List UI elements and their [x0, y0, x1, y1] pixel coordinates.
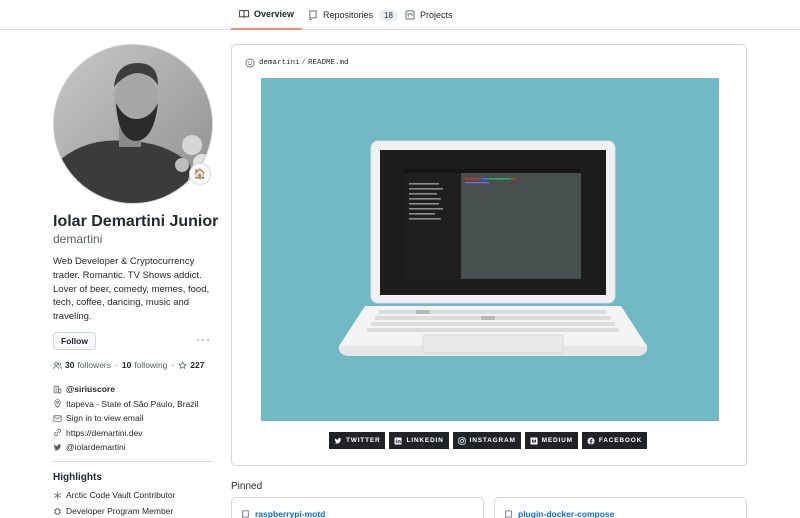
pinned-repo-card: plugin-docker-compose [494, 497, 747, 518]
follow-stats: 30 followers · 10 following · 227 [53, 360, 207, 370]
linkedin-badge[interactable]: LINKEDIN [389, 432, 449, 449]
facebook-icon [587, 437, 595, 444]
twitter-text: @iolardemartini [66, 442, 126, 453]
pinned-heading: Pinned [231, 481, 263, 492]
pinned-repo-link[interactable]: plugin-docker-compose [504, 509, 614, 518]
star-icon [178, 360, 187, 369]
laptop-illustration [338, 140, 648, 356]
twitter-icon [334, 437, 342, 444]
profile-login: demartini [53, 232, 103, 246]
profile-details: @siriuscore Itapeva - State of São Paulo… [53, 382, 198, 455]
readme-banner-image [261, 78, 719, 421]
location-item: Itapeva - State of São Paulo, Brazil [53, 397, 198, 412]
avatar[interactable] [53, 44, 213, 204]
link-icon [54, 429, 61, 437]
twitter-item[interactable]: @iolardemartini [53, 440, 198, 455]
tab-label: Overview [254, 9, 295, 19]
avatar-image [54, 45, 212, 203]
highlights-heading: Highlights [53, 472, 102, 483]
linkedin-icon [394, 437, 402, 444]
highlight-text: Arctic Code Vault Contributor [66, 490, 176, 500]
instagram-badge[interactable]: INSTAGRAM [452, 432, 521, 449]
badge-label: FACEBOOK [598, 437, 643, 444]
smiley-icon [245, 58, 255, 68]
people-icon [53, 361, 62, 369]
snowflake-icon [53, 491, 62, 499]
facebook-badge[interactable]: FACEBOOK [581, 432, 648, 449]
email-text: Sign in to view email [66, 413, 144, 424]
badge-label: TWITTER [346, 437, 381, 444]
readme-owner[interactable]: demartini [259, 59, 300, 67]
highlight-item: Developer Program Member [53, 506, 173, 516]
readme-path: demartini / README.md [245, 58, 349, 68]
dot-separator: · [115, 360, 118, 370]
dot-separator: · [171, 360, 175, 370]
status-badge[interactable]: 🏠 [189, 163, 211, 185]
repo-icon [242, 509, 249, 518]
follow-button[interactable]: Follow [53, 332, 96, 350]
pinned-repo-name: raspberrypi-motd [255, 509, 326, 518]
following-label: following [134, 360, 168, 370]
tab-label: Repositories [323, 10, 374, 20]
cpu-icon [53, 507, 62, 515]
readme-card: demartini / README.md TWITTER LINKEDIN I… [231, 44, 747, 466]
path-separator: / [301, 59, 307, 67]
badge-label: INSTAGRAM [469, 437, 516, 444]
mail-icon [53, 415, 62, 422]
more-options-button[interactable]: ··· [196, 332, 211, 346]
twitter-badge[interactable]: TWITTER [329, 432, 386, 449]
badge-label: MEDIUM [541, 437, 573, 444]
following-link[interactable]: 10 following [122, 360, 168, 370]
repo-icon [505, 509, 512, 518]
stars-count: 227 [190, 360, 205, 370]
organization-icon [53, 385, 62, 393]
website-text: https://demartini.dev [66, 427, 143, 438]
organization-text: @siriuscore [66, 384, 115, 395]
readme-file[interactable]: README.md [308, 59, 349, 67]
tab-overview[interactable]: Overview [231, 0, 303, 30]
tab-repositories[interactable]: Repositories 18 [308, 0, 398, 30]
following-count: 10 [121, 360, 132, 370]
badge-label: LINKEDIN [406, 437, 444, 444]
email-item[interactable]: Sign in to view email [53, 411, 198, 426]
location-icon [54, 399, 61, 409]
website-item[interactable]: https://demartini.dev [53, 426, 198, 441]
repo-icon [309, 10, 317, 20]
pinned-repo-card: raspberrypi-motd [231, 497, 484, 518]
location-text: Itapeva - State of São Paulo, Brazil [66, 398, 199, 409]
followers-link[interactable]: 30 followers [65, 360, 111, 370]
book-icon [239, 10, 249, 18]
profile-name: Iolar Demartini Junior [53, 213, 219, 230]
pinned-repo-link[interactable]: raspberrypi-motd [241, 509, 325, 518]
tab-label: Projects [420, 10, 453, 20]
profile-tabs: Overview Repositories 18 Projects [0, 0, 800, 30]
highlight-item: Arctic Code Vault Contributor [53, 490, 175, 500]
medium-icon [530, 437, 538, 444]
tab-projects[interactable]: Projects [405, 0, 453, 30]
project-icon [405, 10, 415, 20]
highlight-text: Developer Program Member [66, 506, 174, 516]
pinned-repo-name: plugin-docker-compose [518, 509, 615, 518]
medium-badge[interactable]: MEDIUM [524, 432, 578, 449]
status-emoji: 🏠 [193, 168, 207, 180]
followers-label: followers [77, 360, 112, 370]
divider [53, 461, 213, 462]
stars-link[interactable]: 227 [178, 360, 207, 370]
organization-item[interactable]: @siriuscore [53, 382, 198, 397]
repo-count-badge: 18 [379, 9, 398, 21]
instagram-icon [457, 436, 466, 445]
twitter-icon [53, 443, 62, 451]
profile-bio: Web Developer & Cryptocurrency trader. R… [53, 256, 210, 323]
followers-count: 30 [65, 360, 75, 370]
social-badges: TWITTER LINKEDIN INSTAGRAM MEDIUM FACEBO… [329, 432, 648, 449]
